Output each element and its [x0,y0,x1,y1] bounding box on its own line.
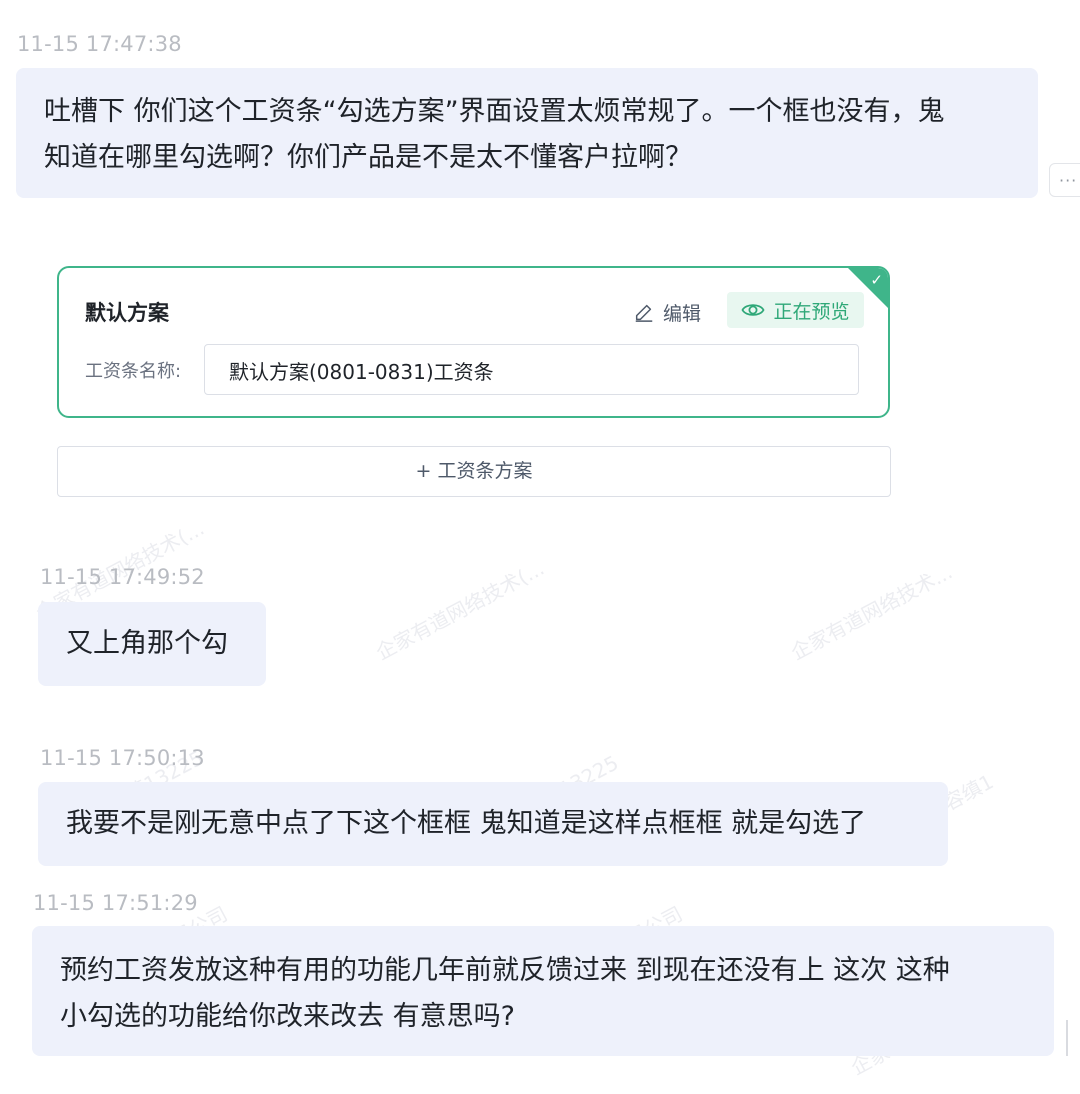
eye-icon [741,304,766,316]
message-timestamp: 11-15 17:50:13 [40,746,205,770]
message-line: 预约工资发放这种有用的功能几年前就反馈过来 到现在还没有上 这次 这种 [60,955,950,986]
chat-message-bubble[interactable]: 预约工资发放这种有用的功能几年前就反馈过来 到现在还没有上 这次 这种 小勾选的… [32,926,1054,1056]
more-options-button[interactable]: ··· [1049,163,1080,197]
salary-plan-card[interactable]: ✓ 默认方案 编辑 正在预览 工资条名称: 默认方案(0801-0831)工资条 [57,266,890,418]
salary-slip-name-label: 工资条名称: [85,361,182,382]
chat-message-bubble[interactable]: 又上角那个勾 [38,602,266,686]
chat-message-bubble[interactable]: 我要不是刚无意中点了下这个框框 鬼知道是这样点框框 就是勾选了 [38,782,948,866]
scrollbar[interactable] [1066,1020,1068,1056]
salary-slip-name-field[interactable]: 默认方案(0801-0831)工资条 [204,344,859,395]
chat-message-bubble[interactable]: 吐槽下 你们这个工资条“勾选方案”界面设置太烦常规了。一个框也没有，鬼 知道在哪… [16,68,1038,198]
add-salary-plan-button[interactable]: + 工资条方案 [57,446,891,497]
preview-label: 正在预览 [773,300,850,323]
message-timestamp: 11-15 17:47:38 [17,32,182,56]
edit-button[interactable]: 编辑 [633,298,701,326]
previewing-badge[interactable]: 正在预览 [727,292,864,328]
message-line: 我要不是刚无意中点了下这个框框 鬼知道是这样点框框 就是勾选了 [66,808,867,839]
edit-label: 编辑 [663,302,702,325]
more-icon: ··· [1059,171,1078,190]
message-line: 小勾选的功能给你改来改去 有意思吗? [60,1001,515,1032]
pencil-icon [635,304,653,322]
message-line: 吐槽下 你们这个工资条“勾选方案”界面设置太烦常规了。一个框也没有，鬼 [44,96,945,127]
check-icon: ✓ [870,271,883,289]
message-line: 又上角那个勾 [66,628,228,659]
message-line: 知道在哪里勾选啊？你们产品是不是太不懂客户拉啊？ [44,142,692,173]
plan-title: 默认方案 [85,301,169,325]
watermark: 企家有道网络技术... [786,559,957,665]
message-timestamp: 11-15 17:49:52 [40,565,205,589]
watermark: 企家有道网络技术(... [371,555,549,665]
message-timestamp: 11-15 17:51:29 [33,891,198,915]
